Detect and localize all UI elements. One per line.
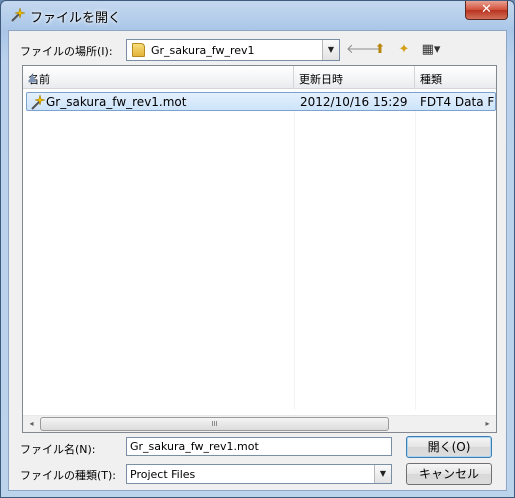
list-header: 名前 ▲ 更新日時 種類 bbox=[23, 66, 496, 89]
cancel-button[interactable]: キャンセル bbox=[406, 463, 492, 485]
column-modified[interactable]: 更新日時 bbox=[294, 66, 415, 89]
column-divider bbox=[415, 90, 416, 410]
wand-file-icon bbox=[31, 94, 46, 110]
column-type-label: 種類 bbox=[420, 73, 442, 86]
column-divider bbox=[294, 90, 295, 410]
lookin-combo[interactable]: Gr_sakura_fw_rev1 ▼ bbox=[126, 39, 340, 61]
close-button[interactable]: ✕ bbox=[465, 1, 508, 20]
grip-icon: III bbox=[211, 420, 218, 428]
file-modified: 2012/10/16 15:29 bbox=[300, 95, 408, 109]
file-list[interactable]: 名前 ▲ 更新日時 種類 Gr_sakura_fw_rev1.mot 2012/ bbox=[22, 65, 497, 433]
filetype-select[interactable]: Project Files ▼ bbox=[126, 464, 392, 484]
column-modified-label: 更新日時 bbox=[299, 73, 343, 86]
chevron-down-icon[interactable]: ▼ bbox=[322, 40, 339, 60]
file-name: Gr_sakura_fw_rev1.mot bbox=[46, 95, 187, 109]
back-icon[interactable]: 🡐 bbox=[346, 39, 381, 61]
folder-icon bbox=[132, 43, 145, 57]
open-button[interactable]: 開く(O) bbox=[406, 436, 492, 458]
lookin-value: Gr_sakura_fw_rev1 bbox=[151, 44, 255, 57]
sort-ascending-icon: ▲ bbox=[28, 71, 37, 84]
filename-label: ファイル名(N): bbox=[20, 443, 96, 456]
horizontal-scrollbar[interactable]: ◂ III ▸ bbox=[23, 415, 496, 432]
wand-icon bbox=[11, 7, 25, 22]
open-file-dialog: ファイルを開く ✕ ファイルの場所(I): Gr_sakura_fw_rev1 … bbox=[0, 0, 515, 498]
scroll-thumb[interactable]: III bbox=[40, 417, 389, 431]
column-name[interactable]: 名前 ▲ bbox=[23, 66, 294, 89]
dialog-body: ファイルの場所(I): Gr_sakura_fw_rev1 ▼ 🡐 ⬆ ✦ ▦▾… bbox=[8, 30, 507, 491]
filetype-label: ファイルの種類(T): bbox=[20, 469, 117, 482]
column-type[interactable]: 種類 bbox=[415, 66, 496, 89]
list-item[interactable]: Gr_sakura_fw_rev1.mot 2012/10/16 15:29 F… bbox=[26, 92, 496, 111]
window-title: ファイルを開く bbox=[30, 11, 122, 26]
chevron-down-icon[interactable]: ▼ bbox=[374, 465, 391, 483]
file-type: FDT4 Data F bbox=[420, 95, 495, 109]
new-folder-icon[interactable]: ✦ bbox=[393, 39, 415, 61]
filetype-value: Project Files bbox=[130, 468, 196, 481]
filename-input[interactable]: Gr_sakura_fw_rev1.mot bbox=[126, 437, 392, 456]
lookin-label: ファイルの場所(I): bbox=[20, 45, 113, 58]
scroll-left-icon[interactable]: ◂ bbox=[23, 416, 40, 432]
scroll-right-icon[interactable]: ▸ bbox=[479, 416, 496, 432]
view-menu-icon[interactable]: ▦▾ bbox=[417, 39, 445, 61]
title-bar[interactable]: ファイルを開く ✕ bbox=[1, 1, 514, 31]
up-folder-icon[interactable]: ⬆ bbox=[369, 39, 391, 61]
